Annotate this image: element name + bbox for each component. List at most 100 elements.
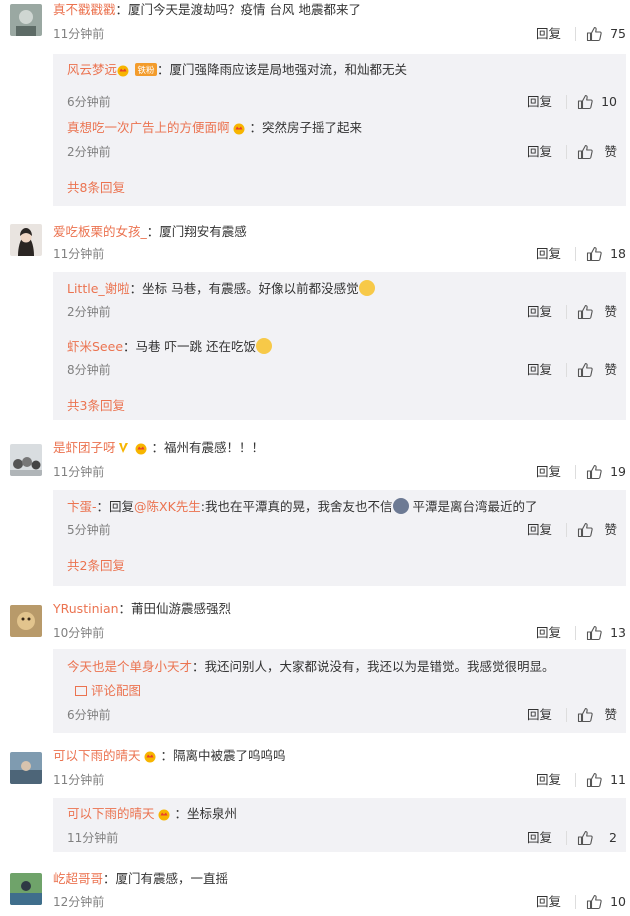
reply-button[interactable]: 回复 <box>536 464 561 480</box>
like-count[interactable]: 赞 <box>599 707 617 723</box>
username-link[interactable]: 屹超哥哥 <box>53 871 103 886</box>
reply-list: Little_谢啦：坐标 马巷，有震感。好像以前都没感觉 2分钟前 回复 赞 虾… <box>53 272 626 420</box>
comment-picture-label: 评论配图 <box>91 683 142 698</box>
thumbs-up-icon[interactable] <box>577 94 593 110</box>
like-count[interactable]: 2 <box>599 830 617 846</box>
comment-line: 屹超哥哥：厦门有震感，一直摇 <box>53 871 228 887</box>
timestamp: 2分钟前 <box>67 145 111 159</box>
reply-button[interactable]: 回复 <box>527 94 552 110</box>
divider <box>566 305 567 319</box>
username-link[interactable]: 是虾团子呀 <box>53 440 116 455</box>
reply-button[interactable]: 回复 <box>527 830 552 846</box>
comment-actions: 回复 13 <box>536 625 626 641</box>
reply-button[interactable]: 回复 <box>536 246 561 262</box>
thumbs-up-icon[interactable] <box>577 304 593 320</box>
reply-actions: 回复 赞 <box>527 304 617 320</box>
comment-text: ：福州有震感！！！ <box>151 440 265 455</box>
reply-button[interactable]: 回复 <box>536 26 561 42</box>
like-count[interactable]: 赞 <box>599 144 617 160</box>
thumbs-up-icon[interactable] <box>586 26 602 42</box>
reply-text: ：坐标泉州 <box>174 806 238 821</box>
comment-actions: 回复 75 <box>536 26 626 42</box>
like-count[interactable]: 10 <box>599 94 617 110</box>
timestamp: 6分钟前 <box>67 708 111 722</box>
comment-line: 是虾团子呀 ：福州有震感！！！ <box>53 440 264 459</box>
reply-actions: 回复 赞 <box>527 144 617 160</box>
reply-text: ：厦门强降雨应该是局地强对流，和灿都无关 <box>157 62 408 77</box>
like-count[interactable]: 赞 <box>599 522 617 538</box>
reply-button[interactable]: 回复 <box>527 522 552 538</box>
reply-button[interactable]: 回复 <box>527 707 552 723</box>
reply-button[interactable]: 回复 <box>536 625 561 641</box>
vip-crown-icon <box>117 63 133 81</box>
username-link[interactable]: 虾米Seee <box>67 339 123 354</box>
timestamp: 11分钟前 <box>53 773 105 787</box>
username-link[interactable]: 风云梦远 <box>67 62 117 77</box>
avatar[interactable] <box>10 752 42 784</box>
divider <box>575 247 576 261</box>
fan-badge: 铁粉 <box>135 63 158 80</box>
like-count[interactable]: 18 <box>608 246 626 262</box>
thumbs-up-icon[interactable] <box>577 830 593 846</box>
avatar[interactable] <box>10 4 42 36</box>
more-replies-link[interactable]: 共2条回复 <box>67 558 125 574</box>
username-link[interactable]: 今天也是个单身小天才 <box>67 659 192 674</box>
username-link[interactable]: 可以下雨的晴天 <box>53 748 141 763</box>
username-link[interactable]: 可以下雨的晴天 <box>67 806 155 821</box>
username-link[interactable]: 爱吃板栗的女孩_ <box>53 224 147 239</box>
timestamp: 12分钟前 <box>53 895 105 909</box>
username-link[interactable]: Little_谢啦 <box>67 281 130 296</box>
reply-button[interactable]: 回复 <box>527 144 552 160</box>
avatar[interactable] <box>10 444 42 476</box>
reply-actions: 回复 赞 <box>527 362 617 378</box>
avatar[interactable] <box>10 605 42 637</box>
timestamp: 11分钟前 <box>53 27 105 41</box>
timestamp: 11分钟前 <box>53 247 105 261</box>
thumbs-up-icon[interactable] <box>586 464 602 480</box>
vip-crown-icon <box>141 749 161 767</box>
mention-link[interactable]: @陈XK先生 <box>134 499 201 514</box>
reply-button[interactable]: 回复 <box>527 304 552 320</box>
timestamp: 6分钟前 <box>67 95 111 109</box>
thumbs-up-icon[interactable] <box>577 362 593 378</box>
username-link[interactable]: 卞蛋- <box>67 499 97 514</box>
timestamp: 2分钟前 <box>67 305 111 319</box>
more-replies-link[interactable]: 共3条回复 <box>67 398 125 414</box>
comment-line: 可以下雨的晴天 ：隔离中被震了呜呜呜 <box>53 748 286 767</box>
like-count[interactable]: 19 <box>608 464 626 480</box>
like-count[interactable]: 11 <box>608 772 626 788</box>
thumbs-up-icon[interactable] <box>586 894 602 910</box>
comment-actions: 回复 11 <box>536 772 626 788</box>
reply-list: 卞蛋-：回复@陈XK先生:我也在平潭真的晃，我舍友也不信 平潭是离台湾最近的了 … <box>53 490 626 586</box>
username-link[interactable]: 真不戳戳戳 <box>53 2 116 17</box>
shocked-emoji-icon <box>255 338 272 354</box>
divider <box>575 773 576 787</box>
reply-button[interactable]: 回复 <box>536 894 561 910</box>
thumbs-up-icon[interactable] <box>577 522 593 538</box>
username-link[interactable]: 真想吃一次广告上的方便面啊 <box>67 120 230 135</box>
divider <box>566 363 567 377</box>
comment-text: ：厦门翔安有震感 <box>146 224 247 239</box>
thumbs-up-icon[interactable] <box>586 246 602 262</box>
timestamp: 11分钟前 <box>53 465 105 479</box>
like-count[interactable]: 75 <box>608 26 626 42</box>
avatar[interactable] <box>10 224 42 256</box>
reply-button[interactable]: 回复 <box>536 772 561 788</box>
like-count[interactable]: 13 <box>608 625 626 641</box>
reply-text: ：突然房子摇了起来 <box>249 120 363 135</box>
thumbs-up-icon[interactable] <box>586 772 602 788</box>
comment-picture-link[interactable]: 评论配图 <box>75 683 141 699</box>
like-count[interactable]: 赞 <box>599 362 617 378</box>
like-count[interactable]: 赞 <box>599 304 617 320</box>
like-count[interactable]: 10 <box>608 894 626 910</box>
divider <box>566 145 567 159</box>
comment-text: ：厦门有震感，一直摇 <box>103 871 229 886</box>
thumbs-up-icon[interactable] <box>577 144 593 160</box>
username-link[interactable]: YRustinian <box>53 601 119 616</box>
more-replies-link[interactable]: 共8条回复 <box>67 180 125 196</box>
reply-suffix: 平潭是离台湾最近的了 <box>408 499 538 514</box>
reply-button[interactable]: 回复 <box>527 362 552 378</box>
avatar[interactable] <box>10 873 42 905</box>
thumbs-up-icon[interactable] <box>577 707 593 723</box>
thumbs-up-icon[interactable] <box>586 625 602 641</box>
